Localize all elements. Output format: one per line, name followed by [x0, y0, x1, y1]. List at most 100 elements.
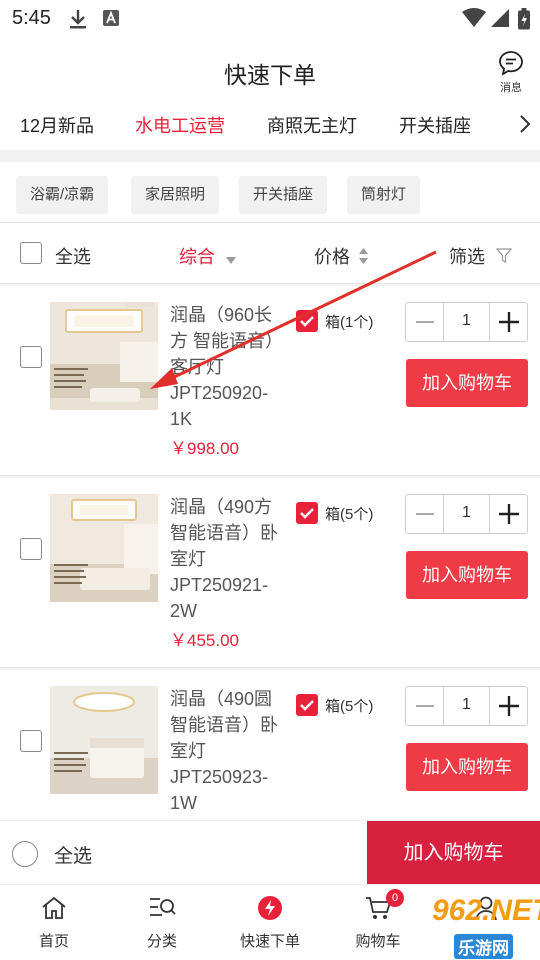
tab-home[interactable]: 首页 [0, 895, 108, 951]
watermark-top: 962.NET [432, 894, 540, 927]
watermark-bottom: 乐游网 [454, 934, 513, 959]
category-tabs: 12月新品 水电工运营 商照无主灯 开关插座 [0, 100, 540, 150]
product-row: 润晶（960长 方 智能语音） 客厅灯 JPT250920- 1K ￥998.0… [0, 286, 540, 476]
header: 快速下单 消息 [0, 38, 540, 100]
home-icon [40, 896, 68, 925]
plus-button[interactable] [489, 495, 527, 533]
product-name-line1: 润晶（490方 [170, 497, 273, 517]
watermark-logo: 962.NET 乐游网 [432, 890, 540, 960]
download-icon [68, 8, 88, 35]
sort-comprehensive-label: 综合 [179, 247, 215, 267]
sub-filter-bar: 浴霸/凉霸 家居照明 开关插座 筒射灯 [0, 162, 540, 222]
add-to-cart-button[interactable]: 加入购物车 [406, 551, 528, 599]
message-icon [498, 51, 524, 80]
chip-home-lighting[interactable]: 家居照明 [131, 176, 220, 214]
message-label: 消息 [500, 82, 522, 94]
tab-cart-label: 购物车 [355, 933, 401, 950]
unit-label: 箱(1个) [325, 314, 374, 331]
minus-button[interactable] [406, 303, 444, 341]
tab-electrician-ops[interactable]: 水电工运营 [135, 112, 225, 138]
plus-button[interactable] [489, 303, 527, 341]
tab-commercial-lighting[interactable]: 商照无主灯 [267, 112, 357, 138]
product-code-line2: 1K [170, 409, 193, 429]
product-name-line2: 方 智能语音） [170, 331, 284, 351]
product-price: ￥998.00 [170, 439, 239, 458]
chip-switch-socket[interactable]: 开关插座 [239, 176, 328, 214]
bottom-select-bar: 全选 加入购物车 [0, 820, 540, 885]
quantity-stepper: 1 [405, 302, 528, 342]
tab-cart[interactable]: 0 购物车 [324, 889, 432, 951]
product-price: ￥455.00 [170, 631, 239, 650]
tab-switch-socket[interactable]: 开关插座 [399, 112, 471, 138]
product-code-line2: 1W [170, 793, 197, 813]
unit-checkbox[interactable] [296, 310, 318, 332]
product-image[interactable] [50, 494, 158, 602]
status-time: 5:45 [12, 7, 51, 29]
tab-december-new[interactable]: 12月新品 [20, 112, 94, 138]
unit-label: 箱(5个) [325, 506, 374, 523]
product-name-line1: 润晶（490圆 [170, 689, 273, 709]
product-code-line1: JPT250920- [170, 383, 269, 403]
product-name-line2: 智能语音）卧 [170, 715, 278, 735]
tab-home-label: 首页 [38, 933, 69, 950]
wifi-icon [462, 8, 486, 33]
product-row: 润晶（490方 智能语音）卧 室灯 JPT250921- 2W ￥455.00 … [0, 478, 540, 668]
sort-arrows-icon [359, 247, 369, 269]
unit-label: 箱(5个) [325, 698, 374, 715]
product-image[interactable] [50, 302, 158, 410]
funnel-icon [495, 248, 513, 269]
quantity-value[interactable]: 1 [444, 696, 489, 714]
sort-price[interactable]: 价格 [314, 243, 369, 269]
add-to-cart-button[interactable]: 加入购物车 [406, 743, 528, 791]
filter-button[interactable]: 筛选 [449, 243, 513, 269]
product-name[interactable]: 润晶（960长 方 智能语音） 客厅灯 JPT250920- 1K [170, 302, 288, 432]
product-name-line3: 客厅灯 [170, 357, 224, 377]
bulk-add-to-cart-button[interactable]: 加入购物车 [367, 821, 540, 885]
category-search-icon [148, 898, 176, 925]
signal-icon [490, 8, 510, 33]
product-name[interactable]: 润晶（490圆 智能语音）卧 室灯 JPT250923- 1W [170, 686, 288, 816]
lightning-icon [256, 896, 284, 925]
tab-category-label: 分类 [146, 933, 177, 950]
minus-button[interactable] [406, 687, 444, 725]
plus-button[interactable] [489, 687, 527, 725]
product-name-line2: 智能语音）卧 [170, 523, 278, 543]
filter-label: 筛选 [449, 247, 485, 267]
tab-category[interactable]: 分类 [108, 895, 216, 951]
product-code-line2: 2W [170, 601, 197, 621]
product-checkbox[interactable] [20, 730, 42, 752]
chevron-right-icon[interactable] [518, 112, 532, 141]
product-name-line3: 室灯 [170, 741, 206, 761]
chip-downlight[interactable]: 筒射灯 [347, 176, 421, 214]
sort-comprehensive[interactable]: 综合 [179, 243, 237, 269]
quantity-stepper: 1 [405, 686, 528, 726]
product-name-line3: 室灯 [170, 549, 206, 569]
quantity-value[interactable]: 1 [444, 504, 489, 522]
product-image[interactable] [50, 686, 158, 794]
font-icon [102, 8, 120, 33]
caret-down-icon [226, 248, 237, 269]
product-code-line1: JPT250923- [170, 767, 269, 787]
product-checkbox[interactable] [20, 346, 42, 368]
bottom-select-all-label: 全选 [54, 846, 93, 867]
quantity-stepper: 1 [405, 494, 528, 534]
tab-quick-order-label: 快速下单 [239, 933, 300, 950]
status-bar: 5:45 [0, 0, 540, 38]
unit-checkbox[interactable] [296, 502, 318, 524]
sort-bar: 全选 综合 价格 筛选 [0, 222, 540, 284]
select-all-checkbox[interactable] [20, 242, 42, 264]
message-button[interactable]: 消息 [496, 50, 526, 95]
cart-badge: 0 [386, 889, 404, 907]
select-all-label: 全选 [55, 247, 91, 267]
product-name-line1: 润晶（960长 [170, 305, 273, 325]
select-all-radio[interactable] [12, 841, 38, 867]
tab-quick-order[interactable]: 快速下单 [216, 895, 324, 951]
product-name[interactable]: 润晶（490方 智能语音）卧 室灯 JPT250921- 2W [170, 494, 288, 624]
product-checkbox[interactable] [20, 538, 42, 560]
quantity-value[interactable]: 1 [444, 312, 489, 330]
add-to-cart-button[interactable]: 加入购物车 [406, 359, 528, 407]
battery-icon [518, 8, 530, 35]
minus-button[interactable] [406, 495, 444, 533]
unit-checkbox[interactable] [296, 694, 318, 716]
chip-bath-heater[interactable]: 浴霸/凉霸 [16, 176, 109, 214]
